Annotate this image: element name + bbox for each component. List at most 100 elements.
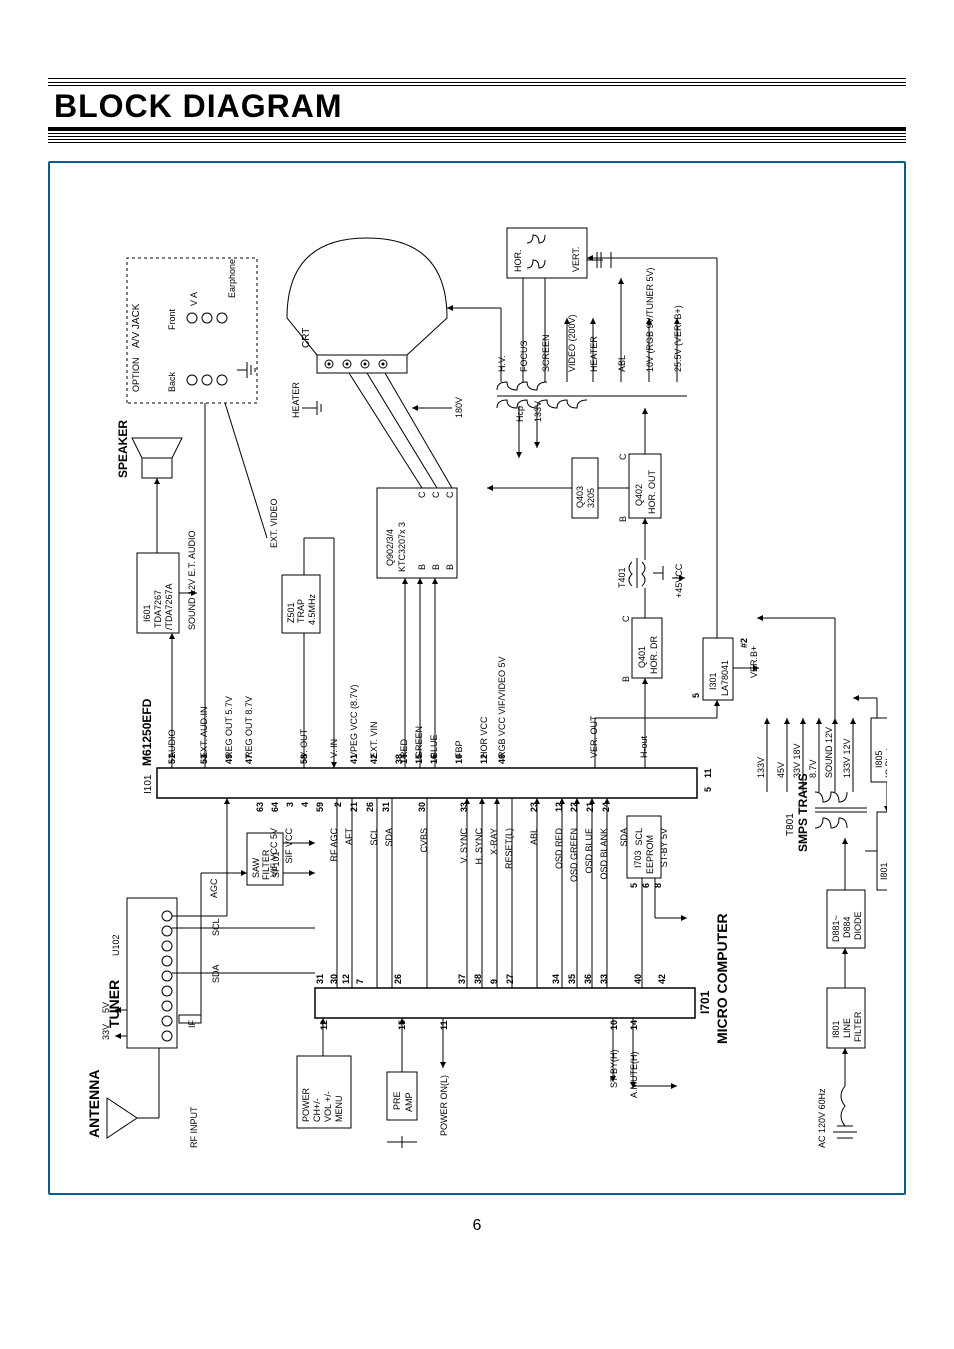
svg-text:133V 12V: 133V 12V <box>842 738 852 778</box>
svg-text:12: 12 <box>554 802 564 812</box>
svg-text:Q401: Q401 <box>637 646 647 668</box>
svg-text:15: 15 <box>397 1020 407 1030</box>
svg-text:24: 24 <box>601 802 611 812</box>
svg-text:Q402: Q402 <box>634 484 644 506</box>
line-filter-block: I801 LINE FILTER <box>827 948 865 1048</box>
svg-text:H-out: H-out <box>639 735 649 758</box>
svg-text:EXT. AUD.IN: EXT. AUD.IN <box>199 706 209 758</box>
svg-text:5V: 5V <box>101 1002 111 1013</box>
coupler-block: I805 IC Photo Coupler <box>853 698 887 812</box>
svg-text:+45VCC: +45VCC <box>674 563 684 598</box>
av-jack-block: A/V JACK OPTION Back Front V A Earphone <box>127 258 257 403</box>
svg-text:133V: 133V <box>756 757 766 778</box>
svg-text:3205: 3205 <box>586 488 596 508</box>
diode-block: D881~ D884 DIODE <box>827 838 865 948</box>
fbt-outputs: Hcp 133V H.V. FOCUS SCREEN VIDEO (200V) … <box>447 267 687 458</box>
svg-text:MENU: MENU <box>334 1096 344 1123</box>
svg-text:B: B <box>431 564 441 570</box>
svg-text:POWER: POWER <box>301 1087 311 1122</box>
svg-text:SIF VCC: SIF VCC <box>284 828 294 864</box>
mcu-right-pins: 3130127263738927343536334042 <box>315 974 667 984</box>
svg-text:12: 12 <box>479 754 489 764</box>
strw-block: I801 STR-W6735 <box>865 812 887 890</box>
svg-text:SOUND 12V E.T. AUDIO: SOUND 12V E.T. AUDIO <box>187 530 197 630</box>
svg-text:5: 5 <box>629 883 639 888</box>
svg-text:Q902/3/4: Q902/3/4 <box>385 529 395 566</box>
svg-text:DIODE: DIODE <box>853 911 863 940</box>
power-on-label: POWER ON(L) <box>439 1075 449 1136</box>
svg-text:FOCUS: FOCUS <box>519 341 529 373</box>
svg-text:49: 49 <box>224 754 234 764</box>
diagram-rotated-canvas: ANTENNA TUNER U102 33V 5V <box>67 178 887 1178</box>
svg-text:5: 5 <box>691 693 701 698</box>
page-number: 6 <box>0 1217 954 1235</box>
svg-text:4: 4 <box>300 802 310 807</box>
svg-text:IF: IF <box>187 1019 197 1028</box>
svg-text:CH+/-: CH+/- <box>312 1098 322 1122</box>
svg-text:47: 47 <box>244 754 254 764</box>
svg-text:I601: I601 <box>142 604 152 622</box>
crt-block: CRT HEATER <box>287 238 452 488</box>
svg-text:Back: Back <box>167 371 177 392</box>
svg-text:IC Photo: IC Photo <box>884 743 887 778</box>
svg-text:REG OUT 5.7V: REG OUT 5.7V <box>224 696 234 758</box>
svg-text:I101: I101 <box>143 774 154 794</box>
antenna-symbol: ANTENNA <box>86 1070 159 1138</box>
block-diagram-svg: ANTENNA TUNER U102 33V 5V <box>67 178 887 1178</box>
svg-text:PRE: PRE <box>392 1091 402 1110</box>
svg-text:3: 3 <box>285 802 295 807</box>
svg-text:VER.B+: VER.B+ <box>749 646 759 678</box>
svg-text:EEPROM: EEPROM <box>645 835 655 874</box>
t401-block: T401 +45VCC <box>617 518 685 618</box>
antenna-label: ANTENNA <box>86 1070 102 1138</box>
svg-text:25.5V (VER. B+): 25.5V (VER. B+) <box>673 305 683 372</box>
svg-text:SCL: SCL <box>211 918 221 936</box>
svg-text:26: 26 <box>393 974 403 984</box>
svg-text:B: B <box>445 564 455 570</box>
svg-text:27: 27 <box>505 974 515 984</box>
svg-text:REG OUT 8.7V: REG OUT 8.7V <box>244 696 254 758</box>
svg-text:59: 59 <box>315 802 325 812</box>
svg-text:8.7V: 8.7V <box>808 759 818 778</box>
svg-text:EXT. VIN: EXT. VIN <box>369 721 379 758</box>
preamp-block: PRE AMP <box>387 1018 417 1148</box>
svg-text:64: 64 <box>270 802 280 812</box>
svg-text:SDA: SDA <box>211 964 221 983</box>
svg-text:SCL: SCL <box>634 828 644 846</box>
top-rule <box>48 78 906 86</box>
amute-label: A.MUTE(H) <box>629 1052 639 1099</box>
svg-text:41: 41 <box>349 754 359 764</box>
svg-text:VIDEO (200V): VIDEO (200V) <box>567 314 577 372</box>
svg-text:C: C <box>431 491 441 498</box>
svg-text:B: B <box>621 676 631 682</box>
svg-text:FILTER: FILTER <box>853 1011 863 1042</box>
svg-text:10: 10 <box>609 1020 619 1030</box>
svg-text:21: 21 <box>585 802 595 812</box>
svg-text:10V (RGB 9V/TUNER 5V): 10V (RGB 9V/TUNER 5V) <box>645 267 655 372</box>
svg-text:C: C <box>618 453 628 460</box>
svg-text:AMP: AMP <box>404 1092 414 1112</box>
svg-text:12: 12 <box>341 974 351 984</box>
mcu-left-pins: 12 15 11 10 14 <box>319 1020 639 1030</box>
svg-text:23: 23 <box>529 802 539 812</box>
svg-text:63: 63 <box>255 802 265 812</box>
svg-text:31: 31 <box>315 974 325 984</box>
svg-text:VPEG VCC (8.7V): VPEG VCC (8.7V) <box>349 684 359 758</box>
svg-text:LINE: LINE <box>842 1018 852 1038</box>
svg-text:21: 21 <box>349 802 359 812</box>
svg-text:14: 14 <box>399 754 409 764</box>
ac-plug: AC 120V 60Hz <box>817 1048 857 1148</box>
svg-text:C: C <box>445 491 455 498</box>
svg-text:AGC: AGC <box>209 878 219 898</box>
svg-text:26: 26 <box>365 802 375 812</box>
svg-text:VERT.: VERT. <box>571 247 581 272</box>
svg-text:51: 51 <box>167 754 177 764</box>
svg-text:AC 120V 60Hz: AC 120V 60Hz <box>817 1088 827 1148</box>
svg-text:D881~: D881~ <box>831 915 841 942</box>
chip-left-pin-numbers: 63643459221263130332312222124 <box>255 802 611 812</box>
svg-text:7: 7 <box>355 979 365 984</box>
svg-text:D884: D884 <box>842 916 852 938</box>
deflection-yoke: HOR. VERT. <box>507 228 611 278</box>
svg-text:5: 5 <box>703 787 713 792</box>
svg-text:T801: T801 <box>785 813 796 836</box>
